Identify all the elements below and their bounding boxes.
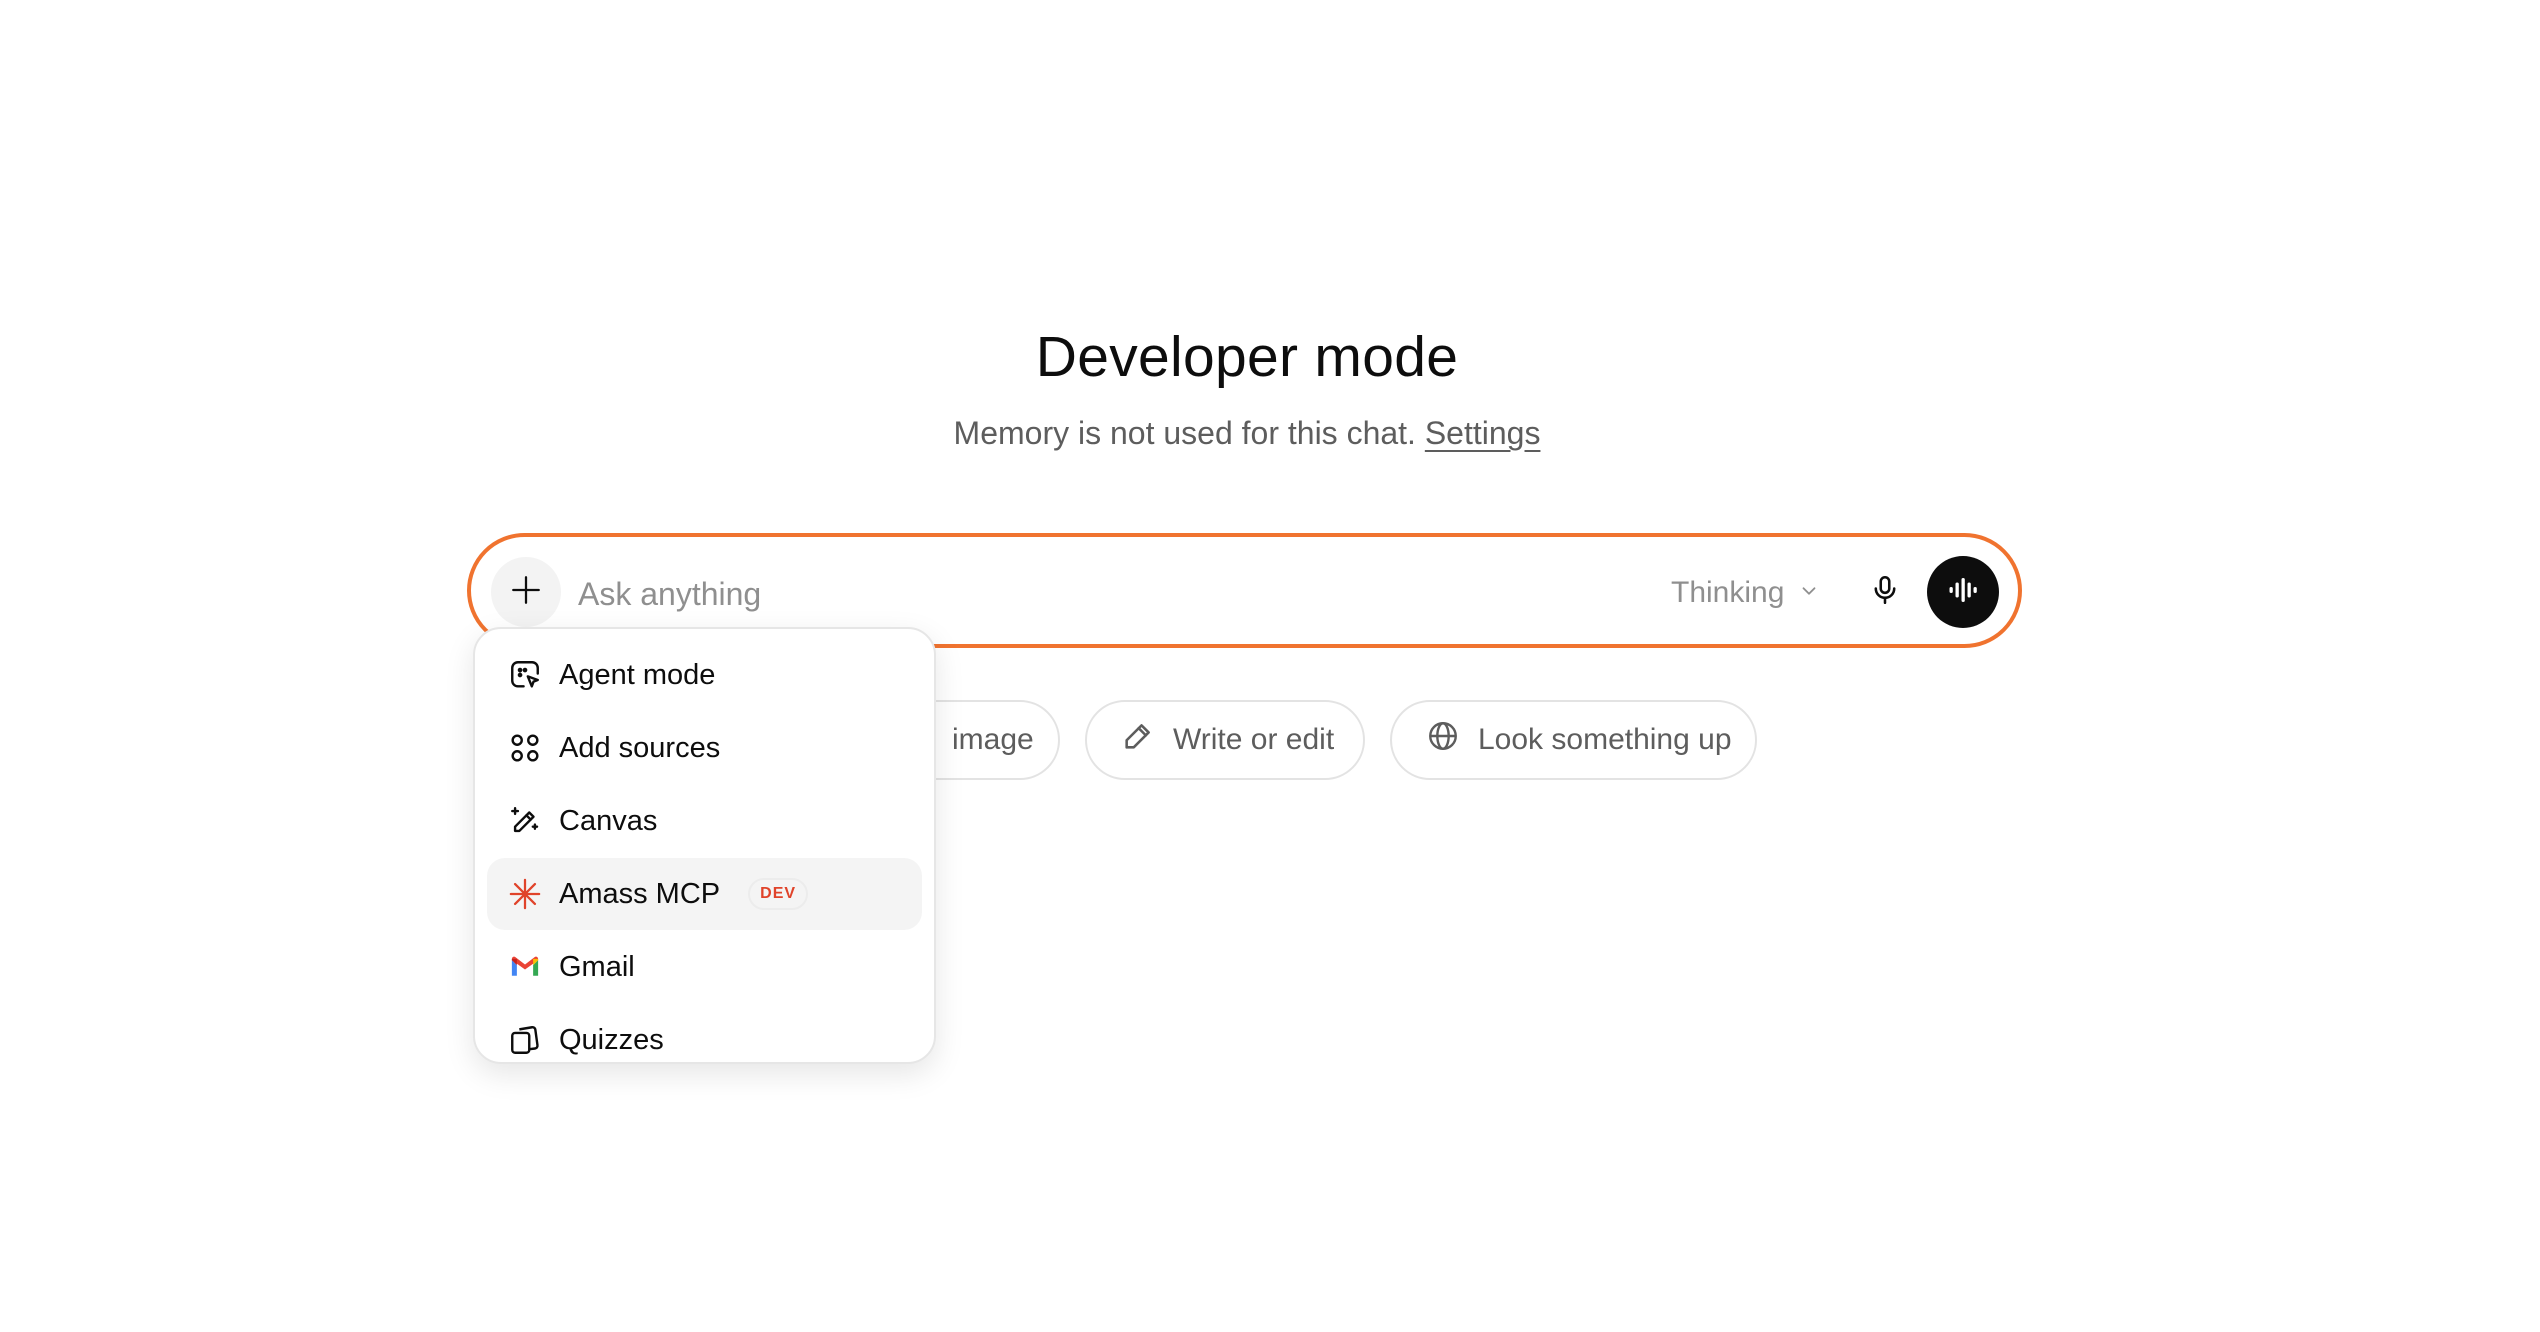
plus-icon — [509, 573, 543, 612]
write-or-edit-label: Write or edit — [1173, 723, 1335, 756]
quizzes-icon — [507, 1022, 543, 1058]
chevron-down-icon — [1798, 576, 1820, 610]
canvas-icon — [507, 803, 543, 839]
sources-icon — [507, 730, 543, 766]
memory-notice: Memory is not used for this chat. — [953, 415, 1416, 451]
write-or-edit-chip[interactable]: Write or edit — [1085, 700, 1365, 780]
menu-item-quizzes[interactable]: Quizzes — [487, 1004, 922, 1076]
look-something-up-chip[interactable]: Look something up — [1390, 700, 1757, 780]
page-subtitle: Memory is not used for this chat. Settin… — [0, 412, 2494, 454]
tools-menu: Agent mode Add sources Canvas Amass MCP … — [473, 627, 936, 1064]
settings-link[interactable]: Settings — [1425, 415, 1541, 451]
dev-badge: DEV — [748, 878, 809, 910]
look-something-up-label: Look something up — [1478, 723, 1732, 756]
menu-item-label: Quizzes — [559, 1023, 664, 1056]
prompt-input[interactable] — [576, 562, 1580, 626]
voice-mode-button[interactable] — [1927, 556, 1999, 628]
menu-item-add-sources[interactable]: Add sources — [487, 712, 922, 784]
menu-item-amass-mcp[interactable]: Amass MCP DEV — [487, 858, 922, 930]
page: Developer mode Memory is not used for th… — [0, 0, 2540, 1332]
menu-item-label: Gmail — [559, 950, 635, 983]
add-button[interactable] — [491, 557, 561, 627]
page-title: Developer mode — [1035, 325, 1459, 389]
dictate-button[interactable] — [1854, 561, 1916, 623]
menu-item-gmail[interactable]: Gmail — [487, 931, 922, 1003]
gmail-icon — [507, 949, 543, 985]
pencil-icon — [1121, 719, 1155, 761]
microphone-icon — [1868, 573, 1902, 612]
globe-icon — [1426, 719, 1460, 761]
menu-item-label: Canvas — [559, 804, 658, 837]
model-selector-label: Thinking — [1671, 576, 1785, 609]
model-selector[interactable]: Thinking — [1671, 563, 1820, 623]
amass-icon — [507, 876, 543, 912]
agent-icon — [507, 657, 543, 693]
waveform-icon — [1945, 572, 1981, 613]
menu-item-agent-mode[interactable]: Agent mode — [487, 639, 922, 711]
menu-item-canvas[interactable]: Canvas — [487, 785, 922, 857]
menu-item-label: Agent mode — [559, 658, 716, 691]
create-image-chip-label: image — [952, 723, 1034, 756]
menu-item-label: Add sources — [559, 731, 721, 764]
menu-item-label: Amass MCP — [559, 877, 721, 910]
